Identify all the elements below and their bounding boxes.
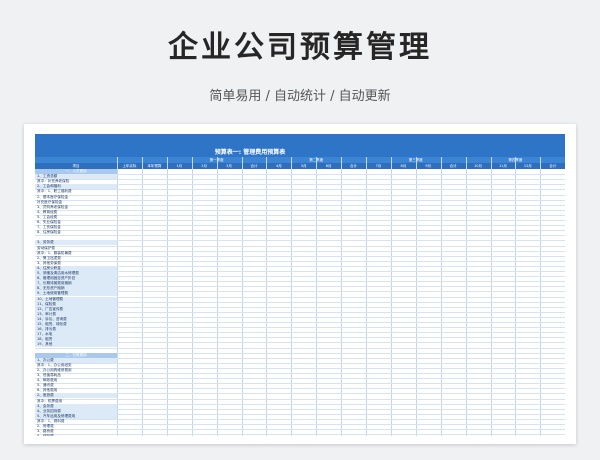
column-header: 4月 <box>275 164 282 168</box>
table-title: 预算表一: 管理费用预算表 <box>214 149 286 156</box>
column-header: 6月 <box>325 164 332 168</box>
column-header: 12月 <box>523 164 532 168</box>
column-header: 5月 <box>300 164 307 168</box>
column-header: 9月 <box>425 164 432 168</box>
table-row-label[interactable]: 4、保险费 <box>35 434 117 436</box>
column-header: 合计 <box>250 164 258 168</box>
column-header: 7月 <box>375 164 382 168</box>
page-subtitle: 简单易用 / 自动统计 / 自动更新 <box>209 89 391 104</box>
column-header: 1月 <box>176 164 183 168</box>
page-title: 企业公司预算管理 <box>168 30 432 65</box>
column-header: 合计 <box>449 164 457 168</box>
column-header: 2月 <box>201 164 207 168</box>
column-header: 3月 <box>226 164 232 168</box>
column-header: 8月 <box>400 164 407 168</box>
budget-table: 预算表一: 管理费用预算表 第一季度第二季度第三季度第四季度 项目上年实际本年预… <box>35 134 565 436</box>
column-header: 本年预算 <box>147 164 162 168</box>
column-header: 10月 <box>474 164 483 168</box>
column-header: 合计 <box>350 164 358 168</box>
column-header: 11月 <box>498 164 507 168</box>
spreadsheet-preview: 预算表一: 管理费用预算表 第一季度第二季度第三季度第四季度 项目上年实际本年预… <box>24 124 576 444</box>
column-header: 上年实际 <box>122 164 137 168</box>
table-title-bar: 预算表一: 管理费用预算表 <box>35 134 565 157</box>
column-header: 合计 <box>549 164 557 168</box>
